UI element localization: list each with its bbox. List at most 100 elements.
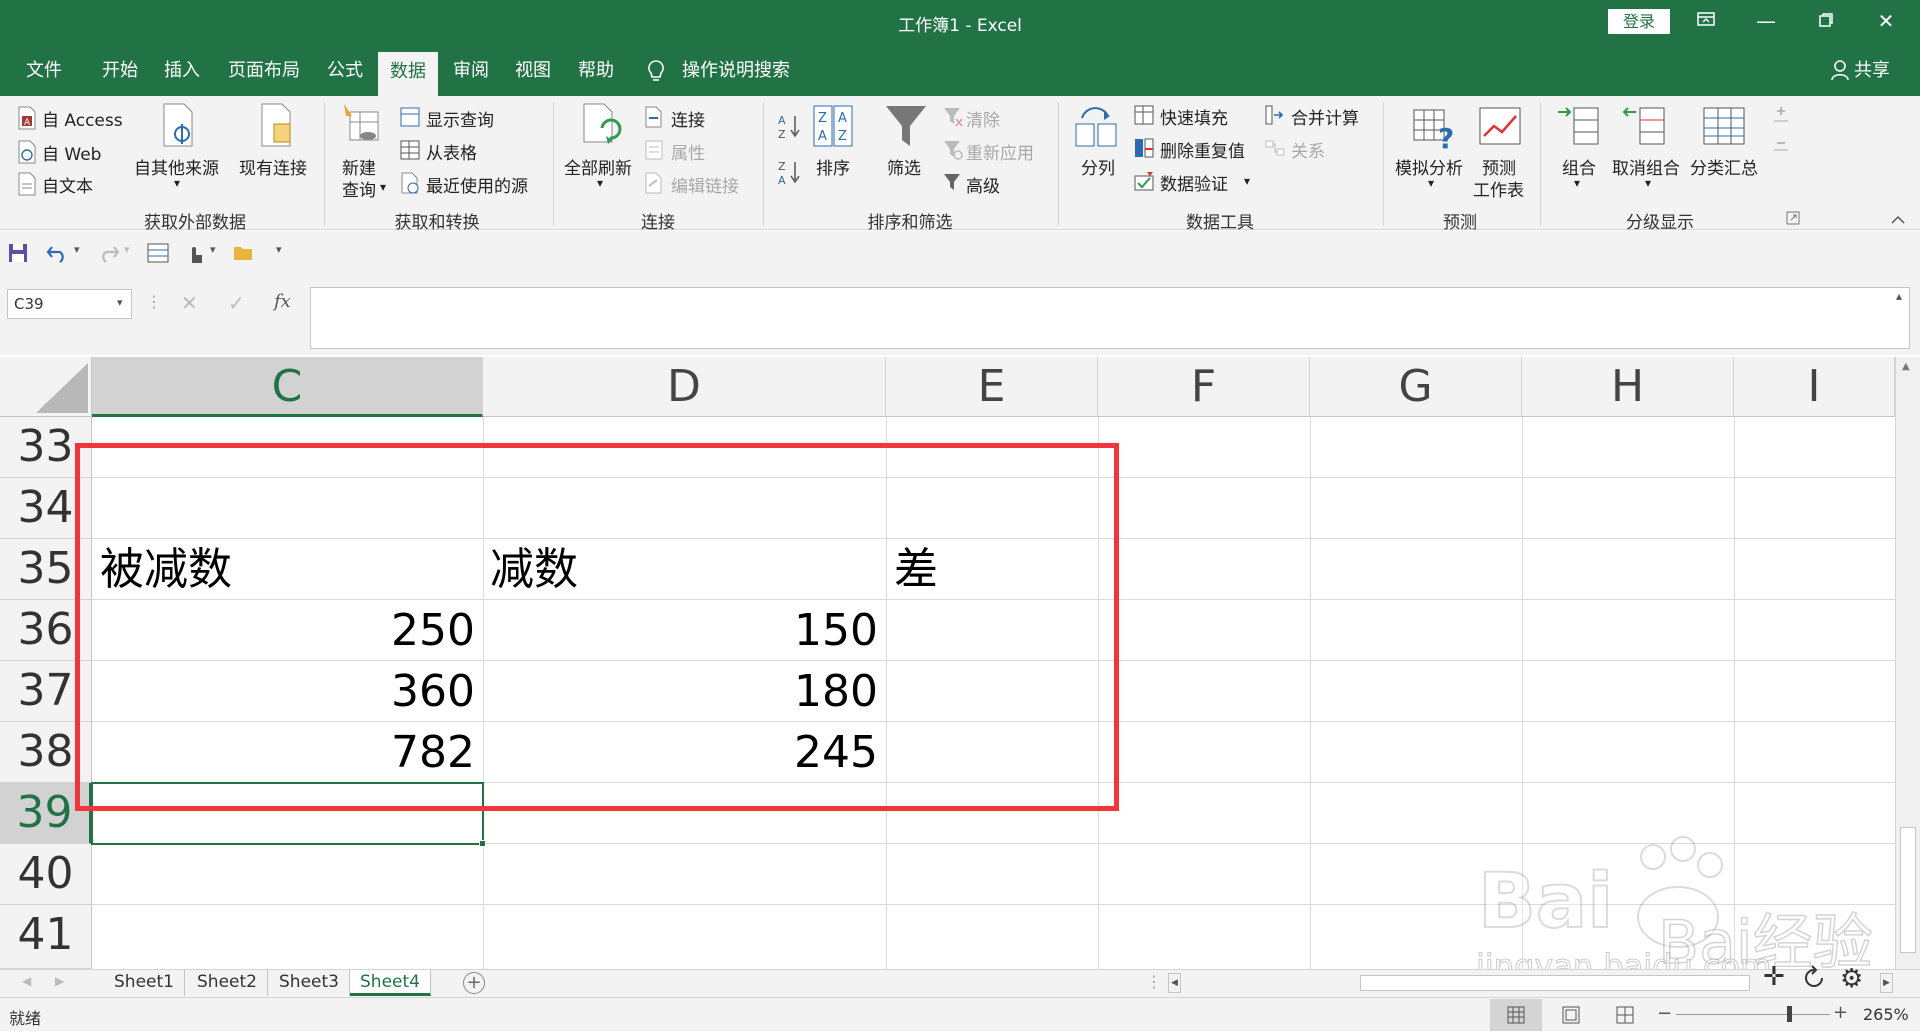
show-queries-button[interactable]: 显示查询 [426, 106, 494, 131]
relationships-button[interactable]: 关系 [1291, 137, 1325, 162]
column-header-h[interactable]: H [1522, 357, 1734, 417]
edit-links-button[interactable]: 编辑链接 [671, 172, 739, 197]
column-header-d[interactable]: D [483, 357, 886, 417]
ribbon-display-options-icon[interactable] [1683, 6, 1729, 36]
dialog-launcher-icon[interactable] [1786, 210, 1800, 229]
tab-data[interactable]: 数据 [378, 52, 438, 96]
restore-icon[interactable] [1803, 6, 1849, 36]
consolidate-button[interactable]: 合并计算 [1291, 104, 1359, 129]
redo-icon[interactable] [96, 243, 120, 267]
tab-view[interactable]: 视图 [515, 56, 551, 96]
save-icon[interactable] [8, 243, 28, 267]
page-break-view-icon[interactable] [1610, 999, 1640, 1035]
group-dropdown-icon[interactable]: ▾ [1574, 176, 1580, 190]
tab-insert[interactable]: 插入 [164, 56, 200, 96]
connections-button[interactable]: 连接 [671, 106, 705, 131]
fill-handle[interactable] [479, 840, 486, 847]
subtotal-button[interactable]: 分类汇总 [1690, 154, 1758, 179]
scroll-thumb[interactable] [1900, 827, 1916, 953]
sheet-next-icon[interactable]: ▶ [55, 974, 64, 988]
from-web-button[interactable]: 自 Web [42, 140, 101, 165]
from-access-button[interactable]: 自 Access [42, 106, 123, 131]
normal-view-icon[interactable] [1490, 999, 1542, 1031]
sheet-tab-2[interactable]: Sheet2 [187, 970, 268, 996]
zoom-slider-thumb[interactable] [1787, 1006, 1792, 1022]
expand-formula-bar-icon[interactable]: ▴ [1896, 289, 1902, 303]
existing-connections-button[interactable]: 现有连接 [239, 154, 307, 179]
crosshair-icon[interactable]: ✛ [1763, 962, 1785, 992]
filter-button[interactable]: 筛选 [887, 154, 921, 179]
scroll-up-icon[interactable]: ▲ [1902, 361, 1910, 372]
insert-function-icon[interactable]: fx [274, 291, 291, 312]
cancel-icon[interactable]: ✕ [181, 291, 198, 315]
tab-help[interactable]: 帮助 [578, 56, 614, 96]
redo-dropdown-icon[interactable]: ▾ [124, 243, 130, 256]
column-header-e[interactable]: E [886, 357, 1098, 417]
from-table-button[interactable]: 从表格 [426, 139, 477, 164]
other-sources-dropdown-icon[interactable]: ▾ [174, 176, 180, 190]
zoom-slider-track[interactable] [1676, 1014, 1830, 1015]
select-all-corner[interactable] [0, 357, 92, 417]
close-icon[interactable]: ✕ [1863, 6, 1909, 36]
flash-fill-button[interactable]: 快速填充 [1160, 104, 1228, 129]
show-detail-icon[interactable] [1770, 104, 1792, 130]
sheet-tab-3[interactable]: Sheet3 [269, 970, 350, 996]
column-header-c[interactable]: C [92, 357, 483, 417]
properties-button[interactable]: 属性 [671, 139, 705, 164]
rotate-icon[interactable] [1800, 964, 1828, 996]
tab-page-layout[interactable]: 页面布局 [228, 56, 300, 96]
column-header-f[interactable]: F [1098, 357, 1310, 417]
name-box-dropdown-icon[interactable]: ▾ [117, 296, 123, 309]
column-header-g[interactable]: G [1310, 357, 1522, 417]
scroll-right-icon[interactable]: ▶ [1880, 973, 1893, 993]
tab-formulas[interactable]: 公式 [327, 56, 363, 96]
zoom-out-icon[interactable]: − [1657, 1003, 1672, 1024]
undo-icon[interactable] [46, 243, 70, 267]
column-header-i[interactable]: I [1734, 357, 1895, 417]
open-folder-icon[interactable] [232, 243, 256, 267]
reapply-button[interactable]: 重新应用 [966, 139, 1034, 164]
sheet-tab-4[interactable]: Sheet4 [350, 970, 431, 996]
add-sheet-icon[interactable]: + [463, 972, 485, 994]
tab-review[interactable]: 审阅 [453, 56, 489, 96]
tab-file[interactable]: 文件 [26, 56, 62, 96]
row-header-40[interactable]: 40 [0, 844, 92, 905]
new-query-dropdown-icon[interactable]: ▾ [380, 180, 386, 194]
tab-home[interactable]: 开始 [102, 56, 138, 96]
customize-qat-icon[interactable]: ▾ [276, 243, 282, 256]
zoom-level[interactable]: 265% [1863, 1005, 1909, 1024]
minimize-icon[interactable]: — [1743, 6, 1789, 36]
touch-mode-dropdown-icon[interactable]: ▾ [210, 243, 216, 256]
clear-filter-button[interactable]: 清除 [966, 106, 1000, 131]
share-button[interactable]: 共享 [1854, 56, 1890, 82]
formula-input[interactable] [310, 287, 1910, 349]
from-text-button[interactable]: 自文本 [42, 172, 93, 197]
touch-mode-icon[interactable] [184, 241, 206, 269]
page-layout-view-icon[interactable] [1556, 999, 1586, 1035]
scroll-left-icon[interactable]: ◀ [1168, 973, 1181, 993]
vertical-scrollbar[interactable]: ▲ [1895, 357, 1920, 969]
what-if-dropdown-icon[interactable]: ▾ [1428, 176, 1434, 190]
login-button[interactable]: 登录 [1608, 9, 1670, 34]
remove-duplicates-button[interactable]: 删除重复值 [1160, 137, 1245, 162]
sort-button[interactable]: 排序 [816, 154, 850, 179]
horizontal-scroll-thumb[interactable] [1360, 975, 1750, 991]
recent-sources-button[interactable]: 最近使用的源 [426, 172, 528, 197]
sort-descending-icon[interactable]: ZA [778, 158, 802, 190]
data-validation-dropdown-icon[interactable]: ▾ [1244, 174, 1250, 188]
splitter-icon[interactable]: ⋮ [1146, 972, 1162, 991]
undo-dropdown-icon[interactable]: ▾ [74, 243, 80, 256]
enter-icon[interactable]: ✓ [228, 291, 245, 315]
refresh-all-dropdown-icon[interactable]: ▾ [597, 176, 603, 190]
sheet-tab-1[interactable]: Sheet1 [104, 970, 185, 996]
ungroup-dropdown-icon[interactable]: ▾ [1645, 176, 1651, 190]
zoom-in-icon[interactable]: + [1833, 1002, 1848, 1023]
advanced-filter-button[interactable]: 高级 [966, 172, 1000, 197]
sheet-prev-icon[interactable]: ◀ [22, 974, 31, 988]
tell-me-search[interactable]: 操作说明搜索 [682, 56, 790, 82]
collapse-ribbon-icon[interactable] [1890, 210, 1906, 229]
row-header-41[interactable]: 41 [0, 905, 92, 969]
text-to-columns-button[interactable]: 分列 [1081, 154, 1115, 179]
settings-gear-icon[interactable]: ⚙ [1840, 964, 1863, 994]
print-layout-icon[interactable] [146, 242, 170, 268]
